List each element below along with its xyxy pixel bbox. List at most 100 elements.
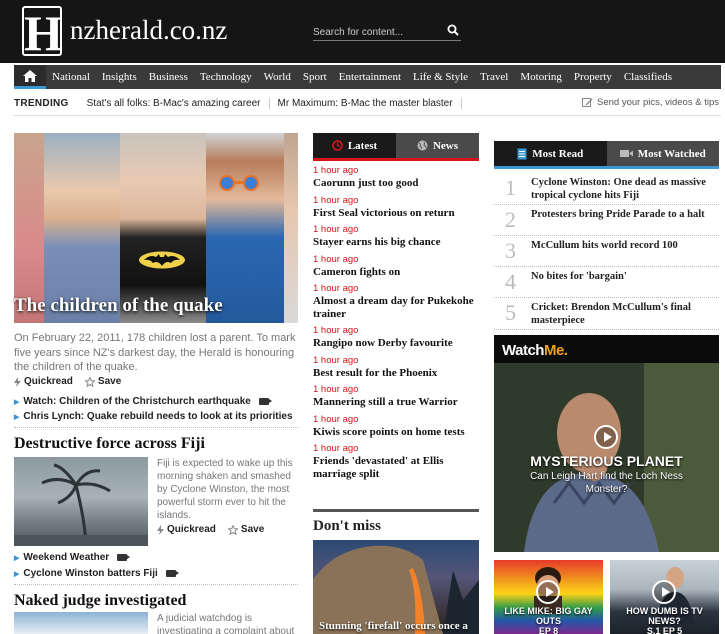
list-item[interactable]: 5 Cricket: Brendon McCullum's final maste… <box>494 298 719 330</box>
timestamp: 1 hour ago <box>313 325 359 336</box>
list-item[interactable]: 3 McCullum hits world record 100 <box>494 236 719 267</box>
rank-number: 3 <box>505 238 516 263</box>
fiji-actions: Quickread Save <box>157 524 264 535</box>
tab-news-label: News <box>432 139 459 152</box>
video-camera-icon <box>619 150 633 157</box>
send-tips-link[interactable]: Send your pics, videos & tips <box>582 97 719 108</box>
list-item[interactable]: 1 hour ago Stayer earns his big chance <box>313 224 483 249</box>
list-item[interactable]: 1 hour ago Caorunn just too good <box>313 165 483 190</box>
headline-link[interactable]: Cameron fights on <box>313 266 483 279</box>
tab-most-watched[interactable]: Most Watched <box>606 141 719 166</box>
tab-news[interactable]: News <box>396 133 479 158</box>
home-button[interactable] <box>14 65 46 89</box>
dont-miss-caption[interactable]: Stunning 'firefall' occurs once a <box>319 620 468 632</box>
related-link-text: Chris Lynch: Quake rebuild needs to look… <box>23 411 293 422</box>
headline-link[interactable]: First Seal victorious on return <box>313 207 483 220</box>
trending-bar: TRENDING Stat's all folks: B-Mac's amazi… <box>14 92 721 116</box>
nav-item-insights[interactable]: Insights <box>96 65 143 89</box>
headline-link[interactable]: Best result for the Phoenix <box>313 367 483 380</box>
related-link[interactable]: ▶ Cyclone Winston batters Fiji <box>14 568 179 579</box>
trending-link[interactable]: Stat's all folks: B-Mac's amazing career <box>79 98 270 109</box>
list-item[interactable]: 1 hour ago First Seal victorious on retur… <box>313 195 483 220</box>
watchme-video[interactable]: WatchMe. MYSTERIOUS PLANET Can Leigh Har… <box>494 335 719 552</box>
video-thumbnail[interactable]: HOW DUMB IS TV NEWS? S.1 EP 5 <box>610 560 719 634</box>
site-logo[interactable]: H <box>22 6 62 56</box>
list-item[interactable]: 1 hour ago Cameron fights on <box>313 254 483 279</box>
play-icon[interactable] <box>652 580 676 604</box>
lead-story-title[interactable]: The children of the quake <box>14 295 223 317</box>
story-headline[interactable]: Destructive force across Fiji <box>14 435 205 453</box>
headline-link[interactable]: McCullum hits world record 100 <box>531 238 719 253</box>
main-nav: National Insights Business Technology Wo… <box>14 65 721 89</box>
tab-latest[interactable]: Latest <box>313 133 396 158</box>
site-name[interactable]: nzherald.co.nz <box>70 14 227 46</box>
headline-link[interactable]: No bites for 'bargain' <box>531 269 719 284</box>
play-icon[interactable] <box>536 580 560 604</box>
lead-story-summary: On February 22, 2011, 178 children lost … <box>14 332 296 373</box>
quickread-label: Quickread <box>24 376 73 387</box>
nav-item-life-style[interactable]: Life & Style <box>407 65 474 89</box>
nav-item-property[interactable]: Property <box>568 65 618 89</box>
list-item[interactable]: 1 Cyclone Winston: One dead as massive tr… <box>494 173 719 205</box>
related-link[interactable]: ▶ Weekend Weather <box>14 552 131 563</box>
related-link[interactable]: ▶ Chris Lynch: Quake rebuild needs to loo… <box>14 411 293 422</box>
rank-number: 4 <box>505 269 516 294</box>
quickread-button[interactable]: Quickread <box>157 524 216 535</box>
list-item[interactable]: 1 hour ago Kiwis score points on home tes… <box>313 414 483 439</box>
timestamp: 1 hour ago <box>313 413 359 425</box>
headline-link[interactable]: Cyclone Winston: One dead as massive tro… <box>531 175 719 202</box>
headline-link[interactable]: Kiwis score points on home tests <box>313 426 483 439</box>
search-box <box>313 22 461 41</box>
palm-tree <box>14 463 148 546</box>
search-icon[interactable] <box>447 24 459 36</box>
nav-item-travel[interactable]: Travel <box>474 65 514 89</box>
nav-item-national[interactable]: National <box>46 65 96 89</box>
pencil-icon <box>582 98 593 107</box>
related-link[interactable]: ▶ Watch: Children of the Christchurch ear… <box>14 396 272 407</box>
timestamp: 1 hour ago <box>313 384 359 395</box>
headline-link[interactable]: Stayer earns his big chance <box>313 236 483 249</box>
list-item[interactable]: 1 hour ago Best result for the Phoenix <box>313 355 483 380</box>
nav-item-sport[interactable]: Sport <box>297 65 333 89</box>
list-item[interactable]: 1 hour ago Friends 'devastated' at Ellis … <box>313 443 483 480</box>
nav-item-entertainment[interactable]: Entertainment <box>333 65 407 89</box>
video-thumbnail[interactable]: LIKE MIKE: BIG GAY OUTS EP 8 <box>494 560 603 634</box>
lightning-icon <box>157 524 164 535</box>
tab-most-read[interactable]: Most Read <box>494 141 607 166</box>
list-item[interactable]: 2 Protesters bring Pride Parade to a halt <box>494 205 719 236</box>
nav-item-business[interactable]: Business <box>143 65 194 89</box>
arrow-icon: ▶ <box>14 413 20 421</box>
headline-link[interactable]: Almost a dream day for Pukekohe trainer <box>313 295 483 320</box>
latest-list: 1 hour ago Caorunn just too good 1 hour a… <box>313 165 483 485</box>
nav-item-motoring[interactable]: Motoring <box>514 65 568 89</box>
globe-icon <box>417 140 428 151</box>
masthead: H nzherald.co.nz <box>0 0 725 63</box>
save-button[interactable]: Save <box>227 524 265 535</box>
headline-link[interactable]: Protesters bring Pride Parade to a halt <box>531 207 719 222</box>
trending-link[interactable]: Mr Maximum: B-Mac the master blaster <box>270 98 462 109</box>
headline-link[interactable]: Friends 'devastated' at Ellis marriage s… <box>313 455 483 480</box>
headline-link[interactable]: Rangipo now Derby favourite <box>313 337 483 350</box>
save-button[interactable]: Save <box>84 376 121 387</box>
headline-link[interactable]: Cricket: Brendon McCullum's final master… <box>531 300 719 327</box>
save-label: Save <box>240 524 265 535</box>
story-summary: A judicial watchdog is investigating a c… <box>157 613 295 634</box>
list-item[interactable]: 1 hour ago Rangipo now Derby favourite <box>313 325 483 350</box>
send-tips-label: Send your pics, videos & tips <box>597 97 719 108</box>
judge-story-image[interactable] <box>14 612 148 634</box>
list-item[interactable]: 4 No bites for 'bargain' <box>494 267 719 298</box>
headline-link[interactable]: Caorunn just too good <box>313 177 483 190</box>
quickread-button[interactable]: Quickread <box>14 376 73 387</box>
home-icon <box>23 69 37 82</box>
list-item[interactable]: 1 hour ago Mannering still a true Warrior <box>313 384 483 409</box>
headline-link[interactable]: Mannering still a true Warrior <box>313 396 483 409</box>
dont-miss-image[interactable]: Stunning 'firefall' occurs once a <box>313 540 479 634</box>
nav-item-classifieds[interactable]: Classifieds <box>618 65 678 89</box>
list-item[interactable]: 1 hour ago Almost a dream day for Pukekoh… <box>313 283 483 320</box>
nav-item-world[interactable]: World <box>258 65 297 89</box>
nav-item-technology[interactable]: Technology <box>194 65 258 89</box>
fiji-story-image[interactable] <box>14 457 148 546</box>
story-headline[interactable]: Naked judge investigated <box>14 592 186 610</box>
search-input[interactable] <box>313 24 443 41</box>
play-icon[interactable] <box>594 425 618 449</box>
